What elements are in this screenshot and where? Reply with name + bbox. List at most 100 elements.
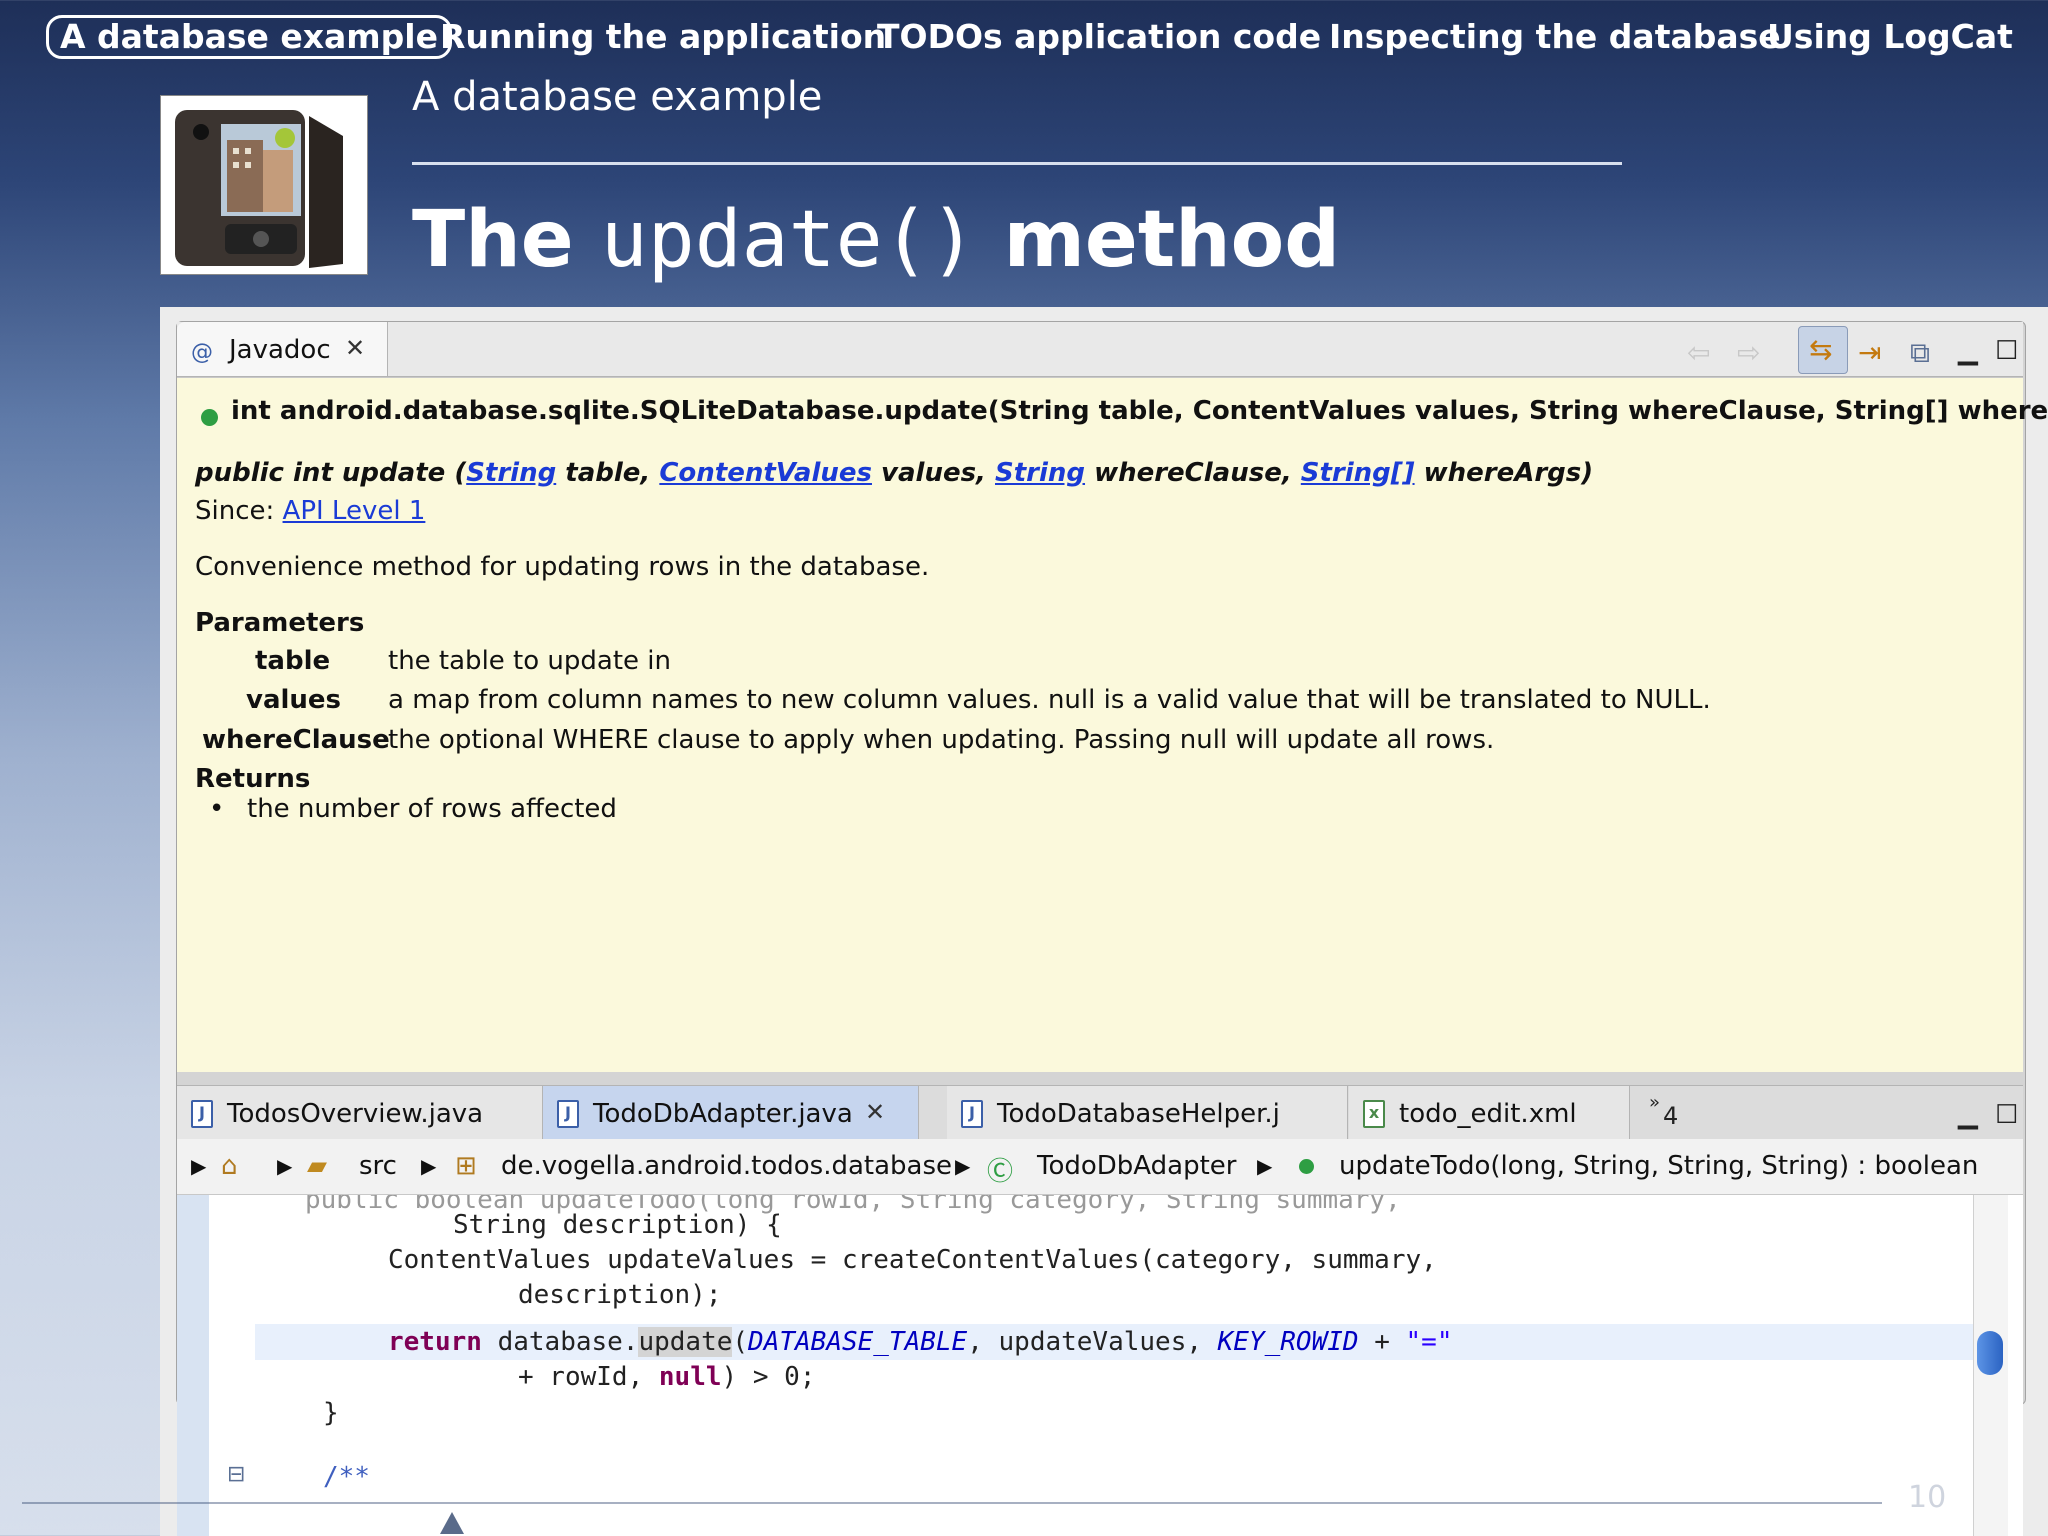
vertical-scrollbar[interactable]	[1973, 1195, 2008, 1536]
editor-tab[interactable]: J TodoDatabaseHelper.j	[947, 1086, 1348, 1140]
overflow-count[interactable]: 4	[1663, 1102, 1678, 1130]
code-line: }	[323, 1398, 339, 1428]
chevron-overflow-icon[interactable]: »	[1649, 1092, 1660, 1113]
footer-course-title: CS/SE Individual Practical	[1468, 1448, 1901, 1488]
java-file-icon: J	[191, 1100, 213, 1128]
code-line: String description) {	[453, 1210, 782, 1240]
section-navigation: A database example Running the applicati…	[0, 0, 2048, 76]
code-token: , updateValues,	[967, 1327, 1218, 1357]
navigation-triangle-icon	[440, 1512, 464, 1534]
code-comment: /**	[323, 1462, 370, 1492]
breadcrumb-package[interactable]: de.vogella.android.todos.database	[501, 1151, 952, 1181]
package-icon: ⊞	[455, 1151, 477, 1181]
maximize-icon[interactable]: ☐	[1995, 1100, 2018, 1130]
decl-param-whereargs: whereArgs)	[1414, 458, 1594, 488]
public-method-icon	[1299, 1159, 1314, 1174]
editor-tab[interactable]: x todo_edit.xml	[1349, 1086, 1630, 1140]
nav-item-inspecting-database[interactable]: Inspecting the database	[1329, 16, 1781, 58]
chevron-right-icon[interactable]: ▶	[277, 1154, 292, 1178]
breadcrumb: ▶ ⌂ ▶ ▰ src ▶ ⊞ de.vogella.android.todos…	[177, 1139, 2023, 1195]
title-prefix: The	[412, 195, 574, 285]
method-description: Convenience method for updating rows in …	[195, 552, 930, 582]
param-name: table	[255, 646, 331, 676]
minimize-icon[interactable]: ▁	[1958, 1100, 1978, 1130]
title-divider	[412, 162, 1622, 165]
editor-tab-label: TodosOverview.java	[227, 1099, 484, 1129]
code-token: ContentValues updateValues	[388, 1245, 811, 1275]
section-title: A database example	[412, 74, 823, 120]
maximize-icon[interactable]: ☐	[1995, 336, 2018, 366]
bullet-icon: •	[209, 794, 225, 824]
javadoc-tab[interactable]: @ Javadoc ✕	[177, 322, 388, 376]
at-sign-icon: @	[191, 340, 213, 365]
since-label: Since:	[195, 496, 283, 526]
chevron-right-icon[interactable]: ▶	[955, 1154, 970, 1178]
string-literal: "="	[1405, 1327, 1453, 1357]
chevron-right-icon[interactable]: ▶	[191, 1154, 206, 1178]
keyword-return: return	[388, 1327, 482, 1357]
breadcrumb-class[interactable]: TodoDbAdapter	[1037, 1151, 1236, 1181]
minimize-icon[interactable]: ▁	[1958, 336, 1978, 366]
code-line: ContentValues updateValues = createConte…	[388, 1245, 1437, 1275]
editor-tab-active[interactable]: J TodoDbAdapter.java ✕	[543, 1086, 919, 1140]
title-suffix: method	[1003, 195, 1341, 285]
code-token: ) > 0;	[721, 1362, 816, 1392]
back-arrow-icon[interactable]: ⇦	[1687, 336, 1710, 369]
link-contentvalues-type[interactable]: ContentValues	[659, 458, 872, 488]
api-level-link[interactable]: API Level 1	[283, 496, 426, 526]
scrollbar-thumb[interactable]	[1977, 1331, 2003, 1375]
method-signature: int android.database.sqlite.SQLiteDataba…	[231, 396, 2048, 426]
open-declaration-icon[interactable]: ⇥	[1858, 336, 1881, 369]
link-string-type[interactable]: String	[466, 458, 556, 488]
source-folder-icon: ▰	[307, 1151, 327, 1181]
code-token: = createContentValues(category, summary,	[810, 1245, 1437, 1275]
code-token: (	[732, 1327, 749, 1357]
frame-title: The update() method	[412, 195, 1340, 285]
param-name: whereClause	[202, 725, 390, 755]
code-line: + rowId, null) > 0;	[518, 1362, 815, 1392]
public-method-icon	[201, 409, 218, 426]
code-line-current: return database.update(DATABASE_TABLE, u…	[388, 1327, 1452, 1357]
editor-tab[interactable]: J TodosOverview.java	[177, 1086, 543, 1140]
param-desc: a map from column names to new column va…	[388, 685, 1711, 715]
decl-prefix: public int update (	[195, 458, 467, 488]
occurrence-highlight: update	[638, 1327, 733, 1357]
code-token: database.	[481, 1327, 639, 1357]
java-file-icon: J	[557, 1100, 579, 1128]
link-with-selection-toggle[interactable]: ⇆	[1798, 326, 1848, 374]
link-string-array-type[interactable]: String[]	[1301, 458, 1415, 488]
nav-item-database-example[interactable]: A database example	[46, 15, 453, 59]
javadoc-tab-label: Javadoc	[229, 335, 331, 365]
editor-tab-label: TodoDbAdapter.java	[593, 1099, 853, 1129]
returns-item: the number of rows affected	[247, 794, 617, 824]
title-code: update()	[600, 195, 977, 285]
editor-tab-label: TodoDatabaseHelper.j	[997, 1099, 1280, 1129]
link-string-type-2[interactable]: String	[995, 458, 1085, 488]
nav-item-todos-code[interactable]: TODOs application code	[877, 16, 1321, 58]
editor-tabbar: J TodosOverview.java J TodoDbAdapter.jav…	[177, 1085, 2023, 1140]
nav-item-running-application[interactable]: Running the application	[440, 16, 886, 58]
code-token: +	[1358, 1327, 1406, 1357]
xml-file-icon: x	[1363, 1100, 1385, 1128]
method-declaration: public int update (String table, Content…	[195, 458, 1593, 488]
sync-arrows-icon: ⇆	[1809, 333, 1833, 366]
annotation-gutter	[177, 1195, 209, 1536]
fold-collapse-icon[interactable]: ⊟	[227, 1462, 245, 1487]
eclipse-screenshot: @ Javadoc ✕ ⇦ ⇨ ⇆ ⇥ ⧉ ▁ ☐ int android.da…	[160, 307, 2048, 1536]
chevron-right-icon[interactable]: ▶	[1257, 1154, 1272, 1178]
forward-arrow-icon[interactable]: ⇨	[1737, 336, 1760, 369]
close-icon[interactable]: ✕	[865, 1098, 885, 1126]
java-file-icon: J	[961, 1100, 983, 1128]
project-icon[interactable]: ⌂	[221, 1151, 238, 1181]
breadcrumb-method[interactable]: updateTodo(long, String, String, String)…	[1339, 1151, 1978, 1181]
constant-token: DATABASE_TABLE	[748, 1327, 968, 1357]
breadcrumb-src[interactable]: src	[359, 1151, 397, 1181]
keyword-null: null	[658, 1362, 722, 1392]
parameters-heading: Parameters	[195, 608, 365, 638]
close-icon[interactable]: ✕	[345, 334, 365, 362]
open-browser-icon[interactable]: ⧉	[1910, 336, 1930, 370]
chevron-right-icon[interactable]: ▶	[421, 1154, 436, 1178]
decl-param-table: table,	[556, 458, 660, 488]
nav-item-logcat[interactable]: Using LogCat	[1767, 16, 2013, 58]
code-line: description);	[518, 1280, 722, 1310]
